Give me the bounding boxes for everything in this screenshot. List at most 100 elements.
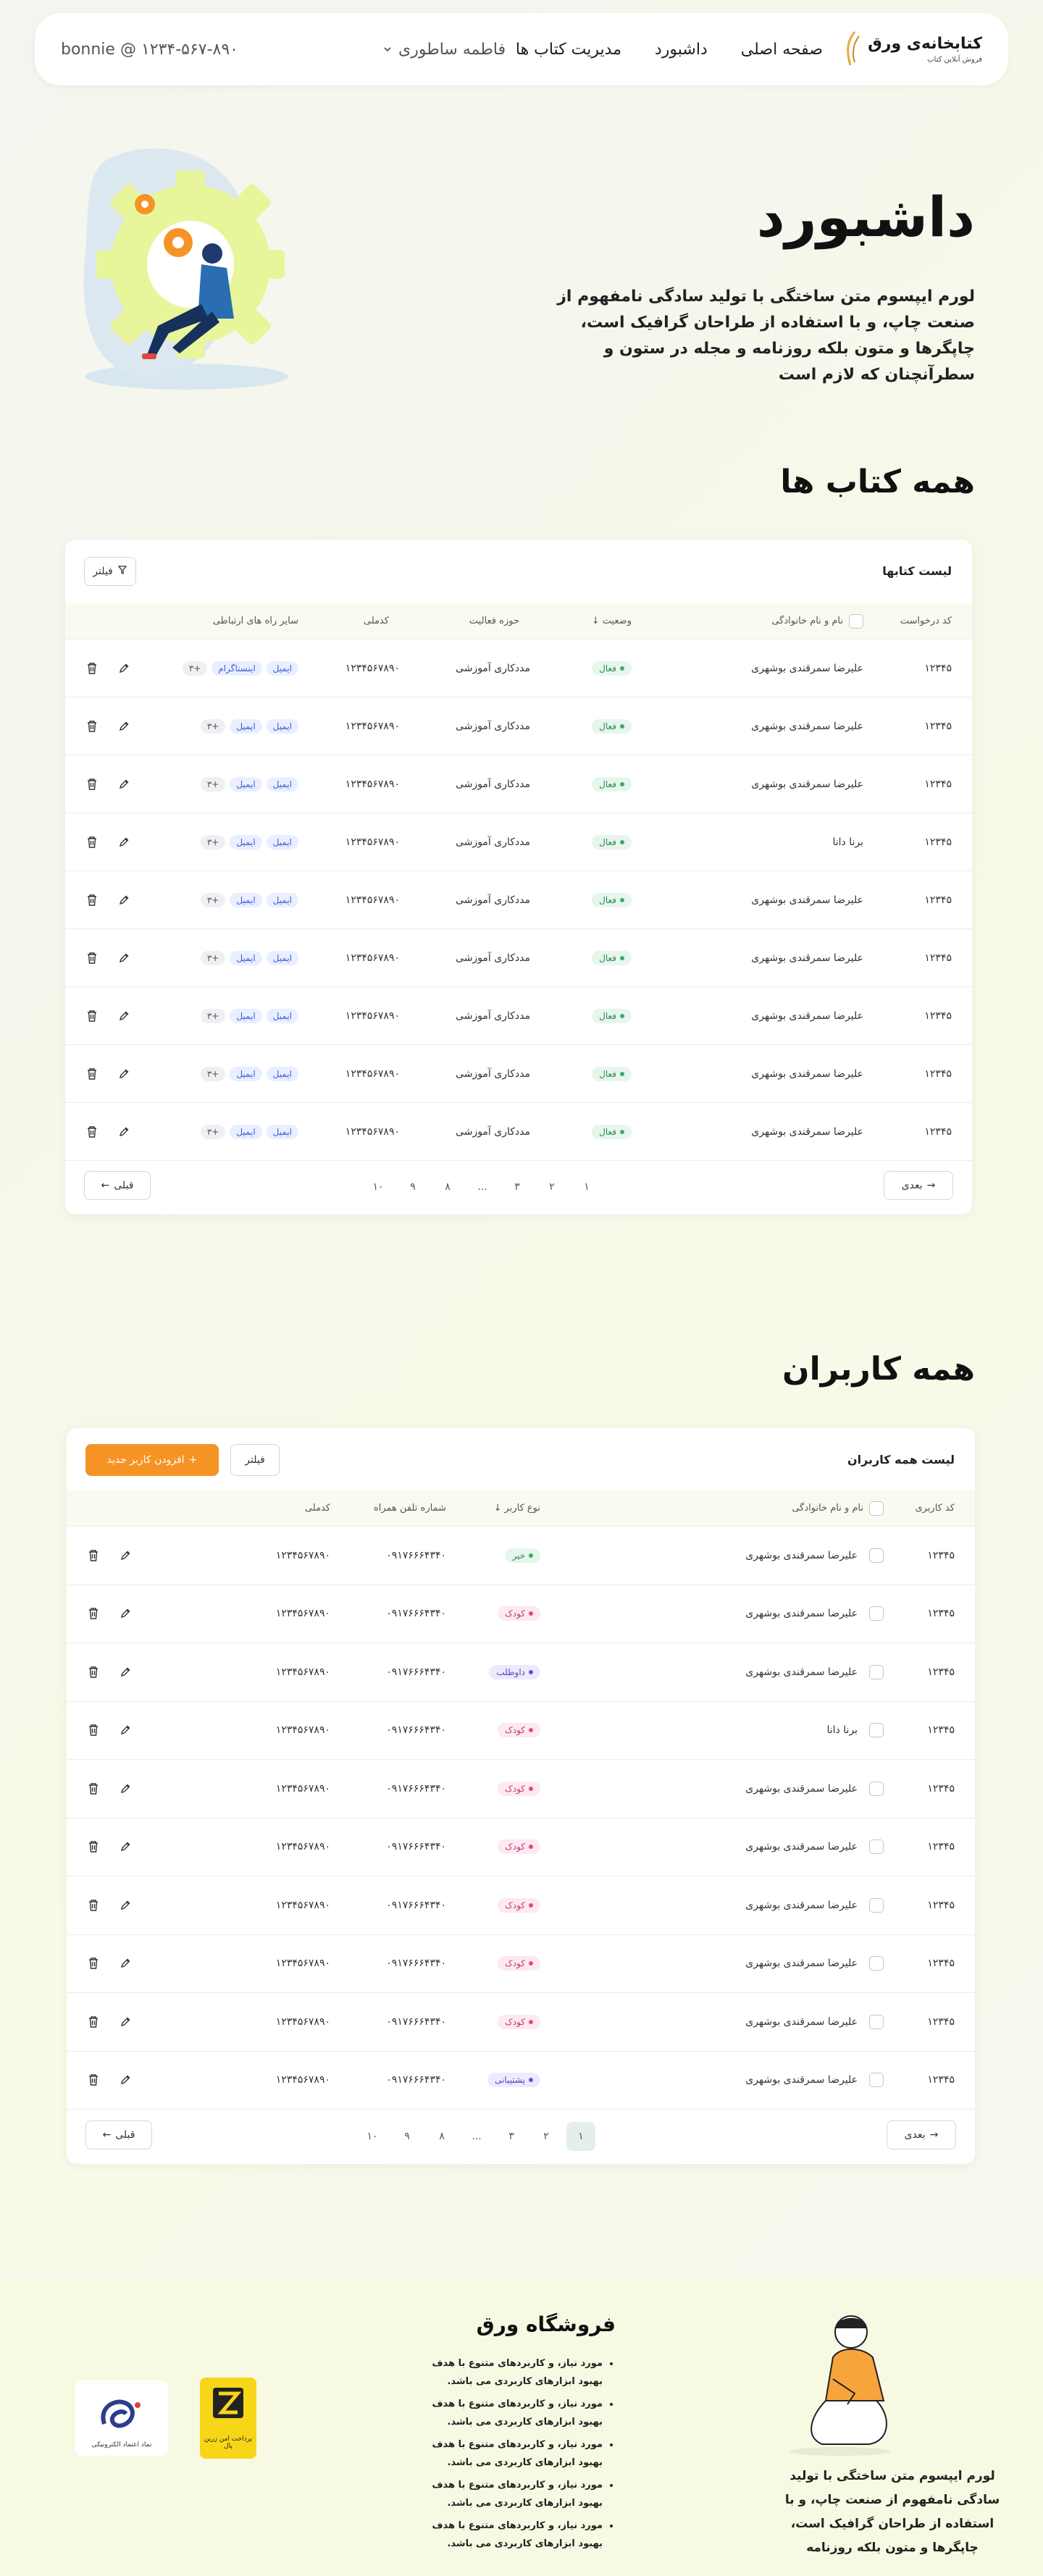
delete-icon[interactable] xyxy=(85,1606,101,1621)
books-prev-button[interactable]: قبلی ← xyxy=(84,1171,151,1200)
row-checkbox[interactable] xyxy=(869,1781,884,1796)
delete-icon[interactable] xyxy=(85,1722,101,1738)
delete-icon[interactable] xyxy=(84,1008,100,1024)
table-row[interactable]: ۱۲۳۴۵ برنا دانا کودک ۰۹۱۷۶۶۶۴۳۴۰ ۱۲۳۴۵۶۷… xyxy=(67,1702,975,1760)
books-next-button[interactable]: → بعدی xyxy=(884,1171,953,1200)
delete-icon[interactable] xyxy=(85,1664,101,1680)
delete-icon[interactable] xyxy=(84,892,100,908)
edit-icon[interactable] xyxy=(116,834,132,850)
page-number[interactable]: ۱۰ xyxy=(364,1172,393,1201)
delete-icon[interactable] xyxy=(84,950,100,966)
row-checkbox[interactable] xyxy=(869,1548,884,1563)
table-row[interactable]: ۱۲۳۴۵ علیرضا سمرقندی بوشهری فعال مددکاری… xyxy=(65,755,972,813)
delete-icon[interactable] xyxy=(85,2014,101,2030)
delete-icon[interactable] xyxy=(84,1066,100,1082)
page-number[interactable]: ۸ xyxy=(433,1172,462,1201)
delete-icon[interactable] xyxy=(85,1955,101,1971)
table-row[interactable]: ۱۲۳۴۵ علیرضا سمرقندی بوشهری کودک ۰۹۱۷۶۶۶… xyxy=(67,1760,975,1818)
delete-icon[interactable] xyxy=(85,1781,101,1797)
table-row[interactable]: ۱۲۳۴۵ علیرضا سمرقندی بوشهری پشتیبانی ۰۹۱… xyxy=(67,2052,975,2110)
nav-book-management[interactable]: مدیریت کتاب ها xyxy=(516,41,621,59)
page-number[interactable]: ۳ xyxy=(503,1172,532,1201)
table-row[interactable]: ۱۲۳۴۵ علیرضا سمرقندی بوشهری فعال مددکاری… xyxy=(65,987,972,1045)
delete-icon[interactable] xyxy=(84,718,100,734)
page-number[interactable]: ۱ xyxy=(572,1172,601,1201)
enamad-badge[interactable]: نماد اعتماد الکترونیکی xyxy=(75,2380,168,2456)
page-number[interactable]: ۹ xyxy=(393,2122,422,2151)
table-row[interactable]: ۱۲۳۴۵ علیرضا سمرقندی بوشهری داوطلب ۰۹۱۷۶… xyxy=(67,1643,975,1702)
page-number[interactable]: ۲ xyxy=(532,2122,561,2151)
edit-icon[interactable] xyxy=(117,1781,133,1797)
books-filter-button[interactable]: فیلتر xyxy=(84,557,136,586)
edit-icon[interactable] xyxy=(117,1955,133,1971)
row-checkbox[interactable] xyxy=(869,1897,884,1913)
table-row[interactable]: ۱۲۳۴۵ علیرضا سمرقندی بوشهری فعال مددکاری… xyxy=(65,697,972,755)
users-filter-button[interactable]: فیلتر xyxy=(230,1444,280,1476)
delete-icon[interactable] xyxy=(85,1897,101,1913)
edit-icon[interactable] xyxy=(117,1897,133,1913)
delete-icon[interactable] xyxy=(84,834,100,850)
page-number[interactable]: ۸ xyxy=(427,2122,456,2151)
page-number[interactable]: ۳ xyxy=(497,2122,526,2151)
table-row[interactable]: ۱۲۳۴۵ علیرضا سمرقندی بوشهری کودک ۰۹۱۷۶۶۶… xyxy=(67,1935,975,1993)
col-user-type[interactable]: نوع کاربر ↓ xyxy=(494,1490,540,1526)
nav-dashboard[interactable]: داشبورد xyxy=(655,41,708,59)
edit-icon[interactable] xyxy=(117,2014,133,2030)
col-user-name: نام و نام خانوادگی xyxy=(792,1490,884,1526)
col-status[interactable]: وضعیت ↓ xyxy=(592,603,632,639)
site-logo[interactable]: کتابخانه‌ی ورق فروش آنلاین کتاب xyxy=(840,29,982,70)
row-checkbox[interactable] xyxy=(869,1606,884,1621)
edit-icon[interactable] xyxy=(117,1722,133,1738)
table-row[interactable]: ۱۲۳۴۵ علیرضا سمرقندی بوشهری کودک ۰۹۱۷۶۶۶… xyxy=(67,1818,975,1876)
edit-icon[interactable] xyxy=(116,1066,132,1082)
delete-icon[interactable] xyxy=(84,776,100,792)
table-row[interactable]: ۱۲۳۴۵ علیرضا سمرقندی بوشهری فعال مددکاری… xyxy=(65,639,972,697)
edit-icon[interactable] xyxy=(117,1606,133,1621)
edit-icon[interactable] xyxy=(116,776,132,792)
edit-icon[interactable] xyxy=(116,660,132,676)
delete-icon[interactable] xyxy=(85,1548,101,1564)
select-all-users-checkbox[interactable] xyxy=(869,1501,884,1516)
row-checkbox[interactable] xyxy=(869,2073,884,2088)
table-row[interactable]: ۱۲۳۴۵ علیرضا سمرقندی بوشهری کودک ۰۹۱۷۶۶۶… xyxy=(67,1585,975,1643)
edit-icon[interactable] xyxy=(117,1664,133,1680)
edit-icon[interactable] xyxy=(117,1548,133,1564)
logo-subtitle: فروش آنلاین کتاب xyxy=(927,56,982,64)
table-row[interactable]: ۱۲۳۴۵ علیرضا سمرقندی بوشهری کودک ۰۹۱۷۶۶۶… xyxy=(67,1876,975,1935)
users-prev-button[interactable]: قبلی ← xyxy=(85,2120,152,2149)
table-row[interactable]: ۱۲۳۴۵ برنا دانا فعال مددکاری آموزشی ۱۲۳۴… xyxy=(65,813,972,871)
page-number[interactable]: ۱ xyxy=(566,2122,595,2151)
page-number[interactable]: ۲ xyxy=(537,1172,566,1201)
edit-icon[interactable] xyxy=(116,950,132,966)
table-row[interactable]: ۱۲۳۴۵ علیرضا سمرقندی بوشهری فعال مددکاری… xyxy=(65,1045,972,1103)
row-checkbox[interactable] xyxy=(869,1723,884,1738)
user-menu[interactable]: فاطمه ساطوری xyxy=(382,13,506,85)
row-checkbox[interactable] xyxy=(869,1956,884,1971)
row-checkbox[interactable] xyxy=(869,1839,884,1855)
edit-icon[interactable] xyxy=(116,1008,132,1024)
select-all-checkbox[interactable] xyxy=(849,613,863,629)
page-number[interactable]: ۱۰ xyxy=(358,2122,387,2151)
table-row[interactable]: ۱۲۳۴۵ علیرضا سمرقندی بوشهری فعال مددکاری… xyxy=(65,929,972,987)
edit-icon[interactable] xyxy=(117,1839,133,1855)
edit-icon[interactable] xyxy=(117,2072,133,2088)
users-next-button[interactable]: → بعدی xyxy=(887,2120,956,2149)
row-checkbox[interactable] xyxy=(869,1664,884,1679)
delete-icon[interactable] xyxy=(84,660,100,676)
delete-icon[interactable] xyxy=(85,2072,101,2088)
user-national-id: ۱۲۳۴۵۶۷۸۹۰ xyxy=(275,1958,330,1970)
table-row[interactable]: ۱۲۳۴۵ علیرضا سمرقندی بوشهری کودک ۰۹۱۷۶۶۶… xyxy=(67,1993,975,2052)
row-checkbox[interactable] xyxy=(869,2014,884,2029)
page-number[interactable]: ۹ xyxy=(398,1172,427,1201)
delete-icon[interactable] xyxy=(84,1124,100,1140)
zarinpal-badge[interactable]: پرداخت امن زرین پال xyxy=(200,2378,256,2459)
edit-icon[interactable] xyxy=(116,1124,132,1140)
edit-icon[interactable] xyxy=(116,718,132,734)
add-user-button[interactable]: + افزودن کاربر جدید xyxy=(85,1444,219,1476)
edit-icon[interactable] xyxy=(116,892,132,908)
table-row[interactable]: ۱۲۳۴۵ علیرضا سمرقندی بوشهری فعال مددکاری… xyxy=(65,871,972,929)
nav-home[interactable]: صفحه اصلی xyxy=(741,41,823,59)
delete-icon[interactable] xyxy=(85,1839,101,1855)
table-row[interactable]: ۱۲۳۴۵ علیرضا سمرقندی بوشهری فعال مددکاری… xyxy=(65,1103,972,1161)
table-row[interactable]: ۱۲۳۴۵ علیرضا سمرقندی بوشهری خیر ۰۹۱۷۶۶۶۴… xyxy=(67,1527,975,1585)
